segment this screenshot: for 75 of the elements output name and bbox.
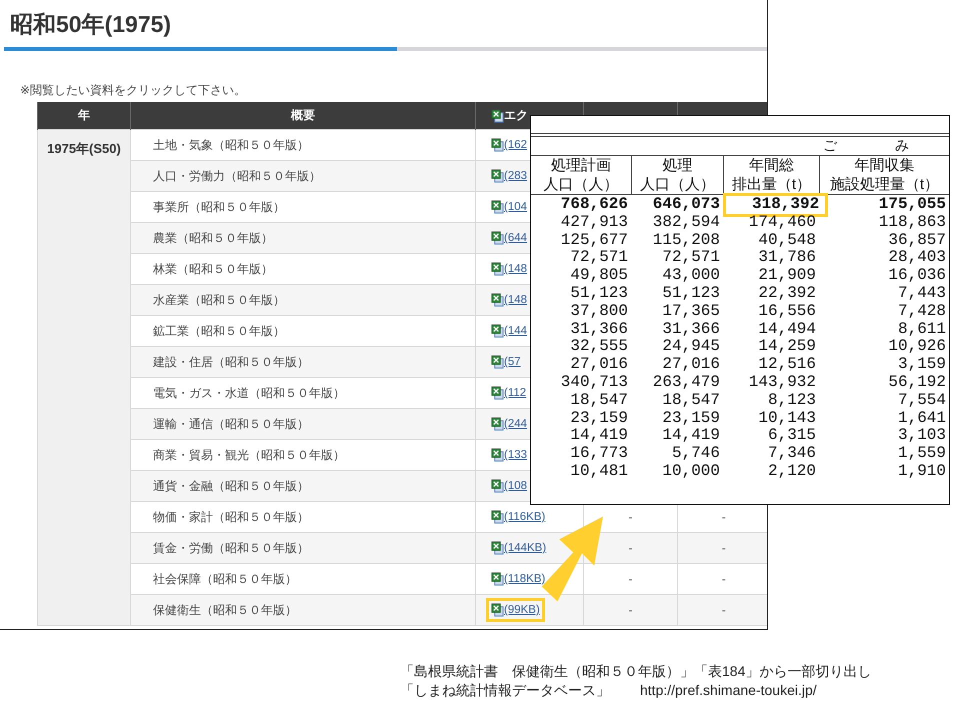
table-cell-text: 10,926: [887, 336, 947, 357]
file-link[interactable]: (644: [504, 232, 528, 244]
spreadsheet-icon: [491, 603, 504, 617]
table-cell-text: 14,419: [569, 425, 629, 446]
table-cell-text: 72,571: [569, 247, 629, 268]
file-link[interactable]: (112: [504, 387, 526, 399]
table-cell: -: [678, 594, 767, 626]
table-cell: -: [584, 594, 678, 626]
spreadsheet-icon: [491, 417, 504, 431]
table-cell: 保健衛生（昭和５０年版）: [130, 594, 476, 626]
file-link[interactable]: (118KB): [504, 573, 546, 585]
table-cell-text: 72,571: [661, 247, 721, 268]
table-cell-text: 14,259: [757, 336, 817, 357]
table-cell-text: 32,555: [569, 336, 629, 357]
instruction-text: ※閲覧したい資料をクリックして下さい。: [20, 82, 248, 98]
column-header: 処理: [662, 156, 694, 175]
file-link[interactable]: (148: [504, 294, 528, 306]
file-link[interactable]: (133: [504, 449, 528, 461]
column-header: 年間収集: [854, 156, 916, 175]
spreadsheet-icon: [491, 138, 504, 152]
column-header: 概要: [130, 102, 476, 130]
table-cell: 運輸・通信（昭和５０年版）: [130, 408, 476, 440]
file-link[interactable]: (162: [504, 139, 528, 151]
file-link[interactable]: (116KB): [504, 511, 546, 523]
table-cell: -: [678, 532, 767, 564]
spreadsheet-icon: [491, 293, 504, 307]
table-cell: 土地・気象（昭和５０年版）: [130, 130, 476, 160]
column-header: 人口（人）: [639, 175, 716, 194]
file-link[interactable]: (108: [504, 480, 528, 492]
file-link[interactable]: (57: [504, 356, 521, 368]
file-link[interactable]: (144KB): [504, 542, 546, 554]
file-link[interactable]: (144: [504, 325, 528, 337]
table-cell: 賃金・労働（昭和５０年版）: [130, 532, 476, 564]
table-cell-text: 28,403: [887, 247, 947, 268]
table-cell-text: 3,103: [896, 425, 947, 446]
column-header: 年: [38, 102, 130, 130]
spreadsheet-icon: [491, 108, 504, 122]
table-cell-text: 24,945: [661, 336, 721, 357]
spreadsheet-icon: [491, 541, 504, 555]
spreadsheet-icon: [491, 169, 504, 183]
spreadsheet-icon: [491, 479, 504, 493]
spreadsheet-icon: [491, 262, 504, 276]
column-header: 人口（人）: [542, 175, 620, 194]
group-label: ご み: [823, 137, 919, 153]
table-cell: 人口・労働力（昭和５０年版）: [130, 160, 476, 192]
column-header: 年間総: [748, 156, 795, 175]
table-cell-text: 6,315: [766, 425, 817, 446]
file-link[interactable]: (99KB): [504, 604, 540, 616]
spreadsheet-icon: [491, 200, 504, 214]
file-link[interactable]: (244: [504, 418, 528, 430]
column-header: 排出量（t）: [730, 175, 812, 194]
page-title: 昭和50年(1975): [9, 10, 172, 39]
url-text: http://pref.shimane-toukei.jp/: [640, 681, 817, 700]
table-cell: 建設・住居（昭和５０年版）: [130, 346, 476, 378]
file-link[interactable]: (283: [504, 170, 528, 182]
caption-text: 「島根県統計書 保健衛生（昭和５０年版）」「表184」から一部切り出し: [400, 662, 872, 681]
table-cell: 水産業（昭和５０年版）: [130, 284, 476, 316]
caption-text: 「しまね統計情報データベース」: [400, 681, 610, 700]
spreadsheet-icon: [491, 231, 504, 245]
spreadsheet-icon: [491, 355, 504, 369]
column-header: 処理計画: [550, 156, 612, 175]
spreadsheet-icon: [491, 510, 504, 524]
year-cell: 1975年(S50): [38, 130, 130, 626]
table-cell-text: 14,419: [661, 425, 721, 446]
table-cell-text: 31,786: [757, 247, 817, 268]
table-cell: 農業（昭和５０年版）: [130, 222, 476, 254]
file-link[interactable]: (148: [504, 263, 528, 275]
spreadsheet-icon: [491, 386, 504, 400]
spreadsheet-icon: [491, 324, 504, 338]
column-header: 施設処理量（t）: [828, 175, 940, 194]
header-label: エク: [504, 107, 528, 124]
file-link[interactable]: (104: [504, 201, 528, 213]
spreadsheet-icon: [491, 448, 504, 462]
spreadsheet-icon: [491, 572, 504, 586]
table-cell: 通貨・金融（昭和５０年版）: [130, 470, 476, 502]
